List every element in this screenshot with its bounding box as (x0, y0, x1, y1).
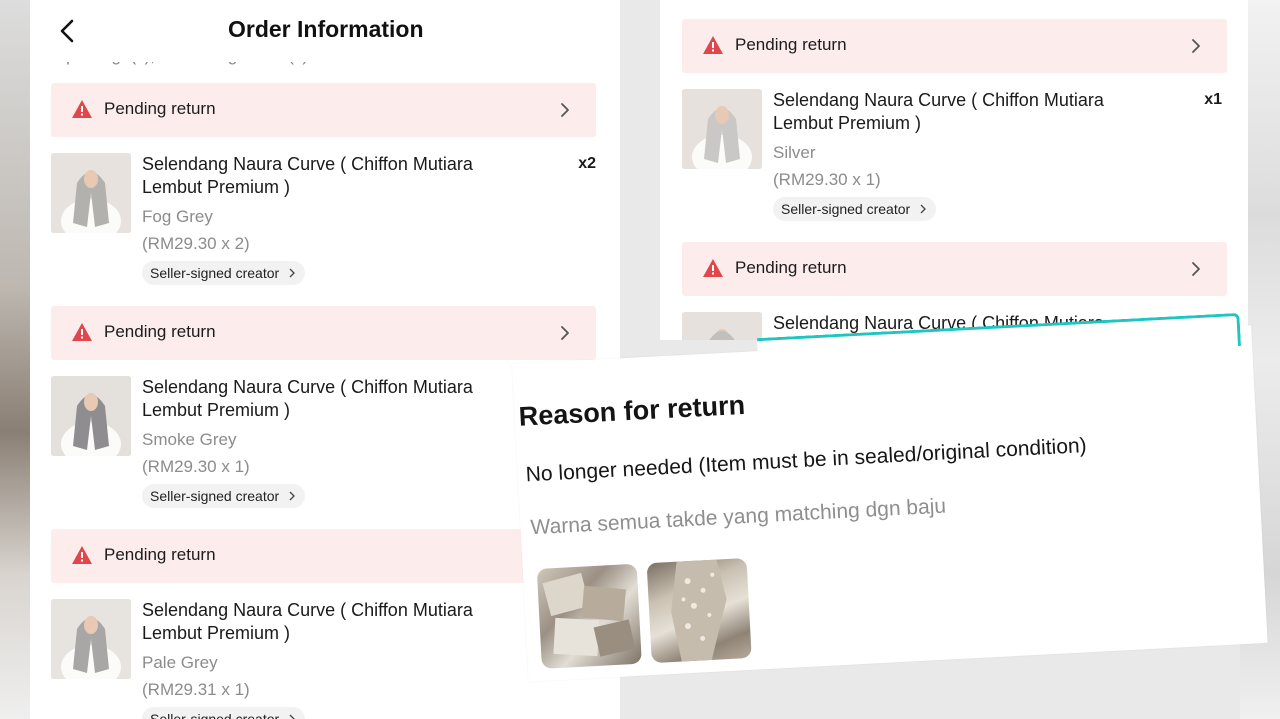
product-variant: Pale Grey (142, 653, 218, 672)
product-price: (RM29.30 x 1) (142, 457, 250, 476)
product-thumbnail (51, 599, 131, 679)
product-name: Selendang Naura Curve ( Chiffon Mutiara … (142, 154, 473, 197)
product-thumbnail (682, 312, 762, 340)
product-thumbnail (51, 376, 131, 456)
quantity: x2 (578, 155, 596, 172)
chevron-right-icon (1192, 262, 1200, 276)
seller-signed-creator-chip[interactable]: Seller-signed creator (142, 707, 306, 719)
reason-note: Warna semua takde yang matching dgn baju (529, 494, 947, 540)
warning-icon (72, 323, 92, 341)
product-price: (RM29.30 x 1) (773, 170, 881, 189)
order-item[interactable]: Selendang Naura Curve ( Chiffon Mutiara … (51, 153, 601, 293)
back-arrow-icon[interactable] (58, 18, 78, 44)
warning-icon (72, 100, 92, 118)
product-variant: Fog Grey (142, 207, 213, 226)
top-bar: Order Information (30, 0, 620, 62)
product-name: Selendang Naura Curve ( Chiffon Mutiara … (773, 90, 1104, 133)
chevron-right-icon (289, 268, 296, 278)
product-name: Selendang Naura Curve ( Chiffon Mutiara … (142, 377, 473, 420)
chevron-right-icon (1192, 39, 1200, 53)
creator-label: Seller-signed creator (150, 265, 280, 281)
pending-return-label: Pending return (104, 545, 216, 564)
warning-icon (72, 546, 92, 564)
evidence-photo[interactable] (536, 563, 642, 669)
seller-signed-creator-chip[interactable]: Seller-signed creator (142, 484, 306, 508)
reason-title: Reason for return (517, 389, 746, 432)
chevron-right-icon (920, 204, 927, 214)
product-variant: Smoke Grey (142, 430, 237, 449)
warning-icon (703, 36, 723, 54)
product-price: (RM29.31 x 1) (142, 680, 250, 699)
reason-for-return-card: Reason for return No longer needed (Item… (512, 312, 1268, 682)
chevron-right-icon (561, 103, 569, 117)
order-items-panel-continued: Pending return Selendang Naura Curve ( C… (660, 0, 1248, 340)
pending-return-banner[interactable]: Pending return (51, 529, 596, 583)
creator-label: Seller-signed creator (781, 201, 911, 217)
pending-return-label: Pending return (104, 99, 216, 118)
product-price: (RM29.30 x 2) (142, 234, 250, 253)
pending-return-label: Pending return (104, 322, 216, 341)
seller-signed-creator-chip[interactable]: Seller-signed creator (142, 261, 306, 285)
order-item[interactable]: Selendang Naura Curve ( Chiffon Mutiara … (682, 89, 1227, 229)
evidence-photo[interactable] (646, 557, 752, 664)
product-thumbnail (51, 153, 131, 233)
product-variant: Silver (773, 143, 816, 162)
pending-return-banner[interactable]: Pending return (51, 83, 596, 137)
chevron-right-icon (289, 714, 296, 719)
pending-return-label: Pending return (735, 258, 847, 277)
page-title: Order Information (228, 16, 424, 42)
quantity: x1 (1204, 91, 1222, 108)
seller-signed-creator-chip[interactable]: Seller-signed creator (773, 197, 937, 221)
order-item[interactable]: Selendang Naura Curve ( Chiffon Mutiara … (51, 599, 601, 719)
pending-return-banner[interactable]: Pending return (682, 242, 1227, 296)
warning-icon (703, 259, 723, 277)
chevron-right-icon (561, 326, 569, 340)
reason-selected: No longer needed (Item must be in sealed… (525, 434, 1088, 487)
product-thumbnail (682, 89, 762, 169)
pending-return-banner[interactable]: Pending return (51, 306, 596, 360)
pending-return-label: Pending return (735, 35, 847, 54)
product-name: Selendang Naura Curve ( Chiffon Mutiara … (142, 600, 473, 643)
pending-return-banner[interactable]: Pending return (682, 19, 1227, 73)
creator-label: Seller-signed creator (150, 488, 280, 504)
chevron-right-icon (289, 491, 296, 501)
creator-label: Seller-signed creator (150, 711, 280, 719)
